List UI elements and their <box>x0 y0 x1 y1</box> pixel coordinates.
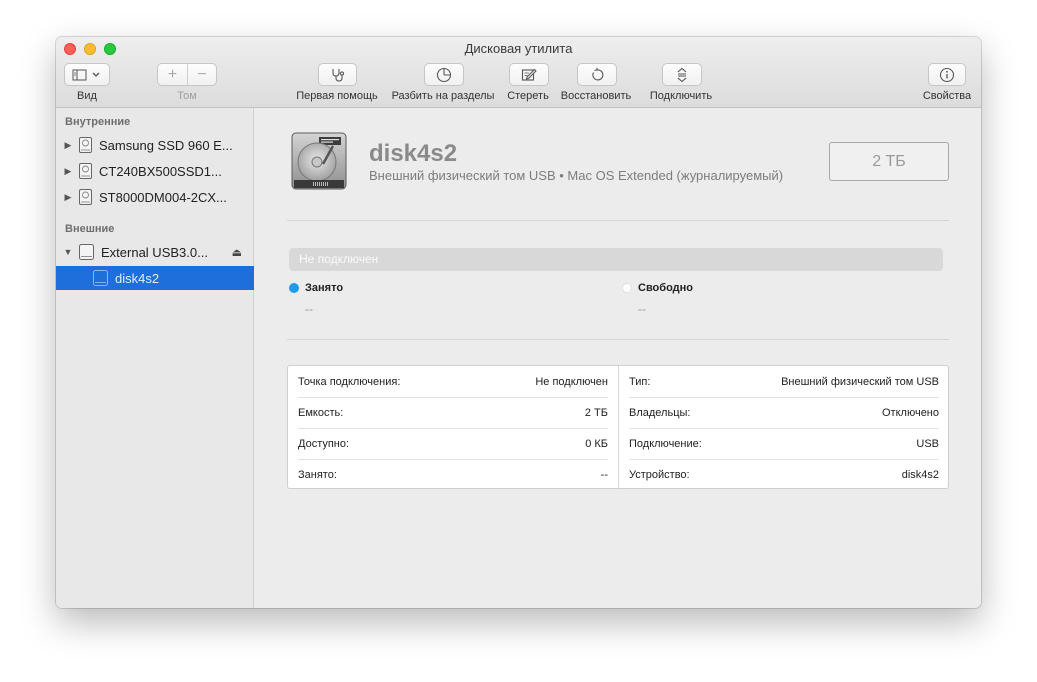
mount-label: Подключить <box>649 90 713 102</box>
sidebar-heading-internal: Внутренние <box>65 116 131 128</box>
sidebar-item-label: Samsung SSD 960 E... <box>99 137 233 153</box>
erase-icon <box>521 68 537 81</box>
info-column-left: Точка подключения: Не подключен Емкость:… <box>288 366 619 490</box>
info-row-type: Тип: Внешний физический том USB <box>629 366 939 397</box>
info-row-owners: Владельцы: Отключено <box>629 397 939 428</box>
info-row-used: Занято: -- <box>298 459 608 490</box>
erase-button[interactable] <box>509 63 549 86</box>
view-button[interactable] <box>64 63 110 86</box>
sidebar-item-label: External USB3.0... <box>101 244 208 260</box>
info-column-right: Тип: Внешний физический том USB Владельц… <box>618 366 949 490</box>
sidebar-item-ct240[interactable]: ▶ CT240BX500SSD1... <box>56 159 254 183</box>
volume-icon <box>93 270 108 286</box>
first-aid-button[interactable] <box>318 63 357 86</box>
sidebar-item-disk4s2[interactable]: disk4s2 <box>56 266 254 290</box>
free-label: Свободно <box>638 282 693 294</box>
usage-bar: Не подключен <box>289 248 943 271</box>
stethoscope-icon <box>331 68 344 82</box>
sidebar-item-label: CT240BX500SSD1... <box>99 163 222 179</box>
add-volume-button[interactable]: + <box>158 64 187 85</box>
info-value: Внешний физический том USB <box>781 375 939 388</box>
sidebar-item-label: ST8000DM004-2CX... <box>99 189 227 205</box>
sidebar-heading-external: Внешние <box>65 223 115 235</box>
restore-button[interactable] <box>577 63 617 86</box>
sidebar-item-label: disk4s2 <box>115 270 160 286</box>
info-key: Занято: <box>298 468 337 481</box>
info-value: 2 ТБ <box>584 406 608 419</box>
free-value: -- <box>638 302 646 316</box>
sidebar-item-samsung-ssd[interactable]: ▶ Samsung SSD 960 E... <box>56 133 254 157</box>
info-key: Тип: <box>629 375 651 388</box>
partition-label: Разбить на разделы <box>391 90 495 102</box>
info-icon <box>939 67 955 82</box>
sidebar-item-st8000[interactable]: ▶ ST8000DM004-2CX... <box>56 185 254 209</box>
divider <box>287 339 949 340</box>
sidebar-item-external-usb[interactable]: ▼ External USB3.0... ⏏ <box>56 240 254 264</box>
info-row-connection: Подключение: USB <box>629 428 939 459</box>
info-key: Емкость: <box>298 406 344 419</box>
view-label: Вид <box>77 90 97 102</box>
divider <box>287 220 949 221</box>
info-row-available: Доступно: 0 КБ <box>298 428 608 459</box>
disk-name: disk4s2 <box>369 140 458 167</box>
disclosure-triangle-icon[interactable]: ▶ <box>61 166 75 177</box>
internal-disk-icon <box>79 137 92 153</box>
remove-volume-button[interactable]: − <box>187 64 216 85</box>
erase-label: Стереть <box>507 90 549 102</box>
info-value: Отключено <box>882 406 939 419</box>
window-title: Дисковая утилита <box>464 41 573 56</box>
first-aid-label: Первая помощь <box>296 90 378 102</box>
disclosure-triangle-icon[interactable]: ▶ <box>61 192 75 203</box>
internal-disk-icon <box>79 189 92 205</box>
info-row-capacity: Емкость: 2 ТБ <box>298 397 608 428</box>
info-value: Не подключен <box>535 375 608 388</box>
info-value: 0 КБ <box>585 437 608 450</box>
internal-disk-icon <box>79 163 92 179</box>
free-color-swatch <box>622 283 632 293</box>
disclosure-triangle-icon[interactable]: ▼ <box>61 247 75 257</box>
toolbar: Дисковая утилита Вид + − Том Первая помо… <box>56 37 981 108</box>
volume-segmented-control: + − <box>157 63 217 86</box>
info-row-device: Устройство: disk4s2 <box>629 459 939 490</box>
info-table: Точка подключения: Не подключен Емкость:… <box>287 365 949 490</box>
info-row-mount-point: Точка подключения: Не подключен <box>298 366 608 397</box>
hard-disk-icon <box>291 132 347 190</box>
used-value: -- <box>305 302 313 316</box>
disk-utility-window: Дисковая утилита Вид + − Том Первая помо… <box>56 37 981 608</box>
info-button[interactable] <box>928 63 966 86</box>
info-label: Свойства <box>922 90 972 102</box>
used-color-swatch <box>289 283 299 293</box>
used-label: Занято <box>305 282 344 294</box>
main-content: disk4s2 Внешний физический том USB • Mac… <box>255 108 981 608</box>
info-key: Подключение: <box>629 437 702 450</box>
info-key: Владельцы: <box>629 406 691 419</box>
mount-icon <box>677 67 687 82</box>
pie-chart-icon <box>436 67 452 82</box>
sidebar: Внутренние ▶ Samsung SSD 960 E... ▶ CT24… <box>56 108 254 608</box>
disk-size-badge: 2 ТБ <box>829 142 949 181</box>
info-value: USB <box>916 437 939 450</box>
sidebar-icon <box>72 69 100 80</box>
mount-button[interactable] <box>662 63 702 86</box>
info-value: -- <box>600 468 608 481</box>
partition-button[interactable] <box>424 63 464 86</box>
restore-icon <box>592 67 604 80</box>
eject-icon[interactable]: ⏏ <box>232 246 242 259</box>
info-value: disk4s2 <box>901 468 939 481</box>
volume-label: Том <box>177 90 197 102</box>
info-key: Доступно: <box>298 437 350 450</box>
disclosure-triangle-icon[interactable]: ▶ <box>61 140 75 151</box>
restore-label: Восстановить <box>560 90 632 102</box>
disk-description: Внешний физический том USB • Mac OS Exte… <box>369 168 784 183</box>
info-key: Точка подключения: <box>298 375 401 388</box>
external-disk-icon <box>79 244 94 260</box>
info-key: Устройство: <box>629 468 690 481</box>
